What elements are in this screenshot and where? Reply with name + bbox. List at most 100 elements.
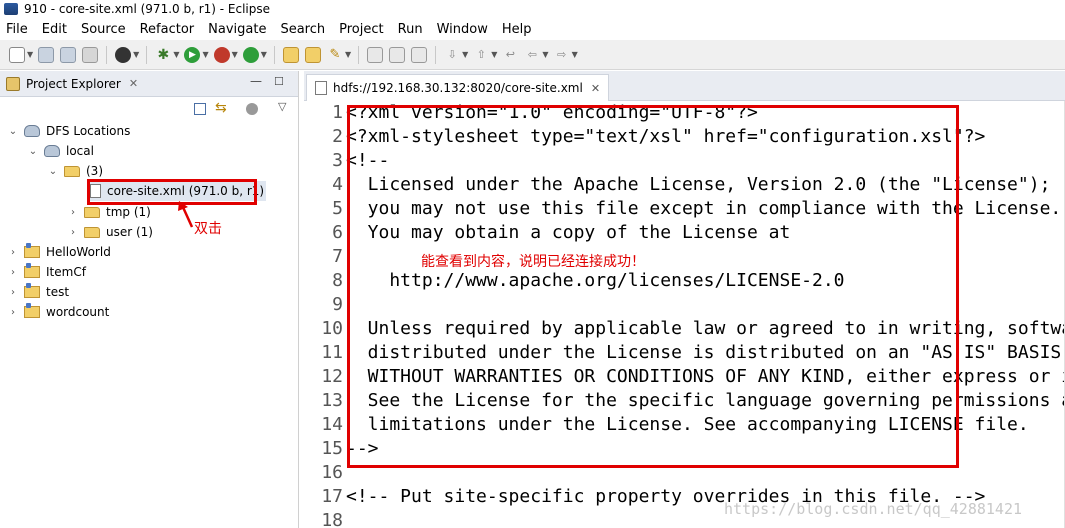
annotation-double-click: 双击	[194, 221, 222, 237]
minimize-icon[interactable]: —	[250, 74, 262, 88]
toolbar-separator	[273, 45, 275, 64]
tree-item-wordcount[interactable]: › wordcount	[8, 302, 109, 322]
tree-item-label: DFS Locations	[46, 124, 131, 138]
chevron-down-icon[interactable]: ▼	[173, 50, 179, 59]
save-icon[interactable]	[38, 46, 55, 63]
menu-navigate[interactable]: Navigate	[202, 22, 274, 37]
chevron-down-icon[interactable]: ▼	[542, 50, 548, 59]
chevron-right-icon[interactable]: ›	[8, 247, 18, 258]
chevron-down-icon[interactable]: ⌄	[8, 126, 18, 137]
project-explorer-panel: Project Explorer ✕ — ☐ ⇆ ▽ ⌄ DFS Locatio…	[0, 71, 299, 528]
menu-source[interactable]: Source	[75, 22, 134, 37]
project-explorer-tab[interactable]: Project Explorer ✕ — ☐	[0, 71, 298, 97]
chevron-right-icon[interactable]: ›	[8, 267, 18, 278]
chevron-down-icon[interactable]: ▼	[462, 50, 468, 59]
chevron-down-icon[interactable]: ▼	[572, 50, 578, 59]
open-type-icon[interactable]	[304, 46, 321, 63]
tree-item-helloworld[interactable]: › HelloWorld	[8, 242, 111, 262]
tree-item-dfs-locations[interactable]: ⌄ DFS Locations	[8, 121, 131, 141]
window-title: 910 - core-site.xml (971.0 b, r1) - Ecli…	[24, 2, 271, 16]
toolbar-separator	[146, 45, 148, 64]
view-menu-icon[interactable]: ▽	[278, 100, 286, 113]
next-annotation-icon[interactable]: ⇩	[444, 47, 460, 63]
task-icon[interactable]	[367, 46, 384, 63]
tree-item-label: user (1)	[106, 225, 153, 239]
save-all-icon[interactable]	[60, 46, 77, 63]
new-icon[interactable]	[9, 46, 25, 63]
line-number: 6	[332, 222, 343, 243]
tree-item-tmp[interactable]: › tmp (1)	[68, 202, 151, 222]
prev-annotation-icon[interactable]: ⇧	[473, 47, 489, 63]
dfs-icon	[24, 125, 40, 137]
editor-tab-core-site-xml[interactable]: hdfs://192.168.30.132:8020/core-site.xml…	[306, 74, 610, 101]
annotation-success: 能查看到内容，说明已经连接成功！	[421, 254, 645, 270]
tree-item-test[interactable]: › test	[8, 282, 69, 302]
back-icon[interactable]: ⇦	[524, 47, 540, 63]
coverage-icon[interactable]	[213, 46, 230, 63]
line-number: 17	[321, 486, 343, 507]
tree-item-local[interactable]: ⌄ local	[28, 141, 94, 161]
line-number: 9	[332, 294, 343, 315]
external-tools-icon[interactable]	[242, 46, 259, 63]
profile-icon[interactable]	[115, 46, 132, 63]
folder-icon	[84, 226, 100, 238]
chevron-down-icon[interactable]: ▼	[202, 50, 208, 59]
line-number: 1	[332, 102, 343, 123]
java-project-icon	[24, 283, 40, 298]
last-edit-icon[interactable]: ↩	[502, 47, 518, 63]
line-number: 10	[321, 318, 343, 339]
search-icon[interactable]: ✎	[327, 47, 343, 63]
watermark: https://blog.csdn.net/qq_42881421	[724, 500, 1023, 518]
menu-file[interactable]: File	[0, 22, 36, 37]
focus-icon[interactable]	[246, 103, 258, 115]
tree-item-label: test	[46, 285, 70, 299]
chevron-down-icon[interactable]: ▼	[345, 50, 351, 59]
menu-window[interactable]: Window	[431, 22, 496, 37]
menu-help[interactable]: Help	[496, 22, 540, 37]
menu-run[interactable]: Run	[392, 22, 431, 37]
tree-item-itemcf[interactable]: › ItemCf	[8, 262, 86, 282]
chevron-down-icon[interactable]: ▼	[27, 50, 33, 59]
close-icon[interactable]: ✕	[591, 82, 600, 95]
close-icon[interactable]: ✕	[129, 77, 138, 90]
chevron-down-icon[interactable]: ⌄	[48, 166, 58, 177]
menu-project[interactable]: Project	[333, 22, 391, 37]
debug-icon[interactable]: ✱	[155, 47, 171, 63]
link-with-editor-icon[interactable]: ⇆	[215, 100, 227, 116]
tree-item-root-folder[interactable]: ⌄ (3)	[48, 161, 103, 181]
menu-bar: File Edit Source Refactor Navigate Searc…	[0, 18, 1065, 40]
highlight-box-content	[347, 105, 959, 468]
run-icon[interactable]: ▶	[184, 46, 201, 63]
tree-item-label: ItemCf	[46, 265, 86, 279]
outline-icon[interactable]	[411, 46, 428, 63]
forward-icon[interactable]: ⇨	[554, 47, 570, 63]
line-number: 15	[321, 438, 343, 459]
explorer-toolbar: ⇆ ▽	[0, 97, 298, 121]
menu-refactor[interactable]: Refactor	[134, 22, 203, 37]
chevron-down-icon[interactable]: ▼	[232, 50, 238, 59]
file-icon	[315, 81, 327, 95]
chevron-down-icon[interactable]: ▼	[491, 50, 497, 59]
chevron-right-icon[interactable]: ›	[8, 307, 18, 318]
toolbar-separator	[106, 45, 108, 64]
maximize-icon[interactable]: ☐	[274, 75, 284, 88]
chevron-right-icon[interactable]: ›	[8, 287, 18, 298]
chevron-down-icon[interactable]: ▼	[261, 50, 267, 59]
java-project-icon	[24, 243, 40, 258]
main-toolbar: ▼ ▼ ✱ ▼ ▶ ▼ ▼ ▼ ✎ ▼ ⇩ ▼ ⇧ ▼ ↩ ⇦ ▼ ⇨ ▼	[0, 40, 1065, 70]
java-project-icon	[24, 303, 40, 318]
chevron-right-icon[interactable]: ›	[68, 207, 78, 218]
chevron-down-icon[interactable]: ⌄	[28, 146, 38, 157]
menu-edit[interactable]: Edit	[36, 22, 75, 37]
folder-icon	[64, 165, 80, 177]
tree-item-user[interactable]: › user (1)	[68, 222, 153, 242]
collapse-all-icon[interactable]	[194, 103, 206, 115]
toolbar-separator	[358, 45, 360, 64]
bookmark-icon[interactable]	[389, 46, 406, 63]
toolbar-separator	[435, 45, 437, 64]
chevron-right-icon[interactable]: ›	[68, 227, 78, 238]
chevron-down-icon[interactable]: ▼	[133, 50, 139, 59]
print-icon[interactable]	[82, 46, 99, 63]
new-java-project-icon[interactable]	[282, 46, 299, 63]
menu-search[interactable]: Search	[274, 22, 333, 37]
